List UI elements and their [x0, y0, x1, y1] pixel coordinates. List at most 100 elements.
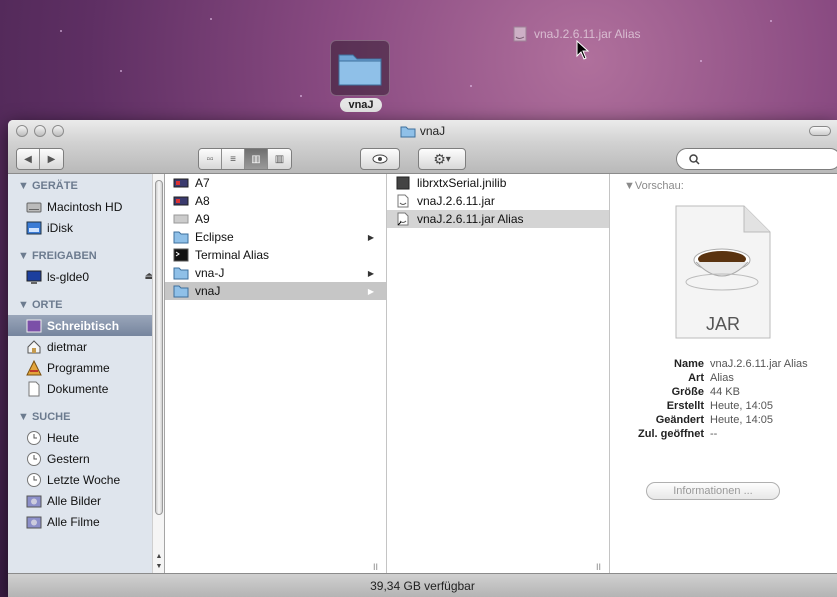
list-view-button[interactable]: ≡: [222, 149, 245, 169]
smart-folder-icon: [26, 495, 42, 507]
library-icon: [396, 176, 410, 190]
list-item-label: Terminal Alias: [195, 248, 270, 262]
sidebar-item-dokumente[interactable]: Dokumente: [8, 378, 164, 399]
clock-icon: [27, 430, 41, 445]
finder-window: vnaJ ◀ ▶ ▫▫ ≡ ▥ ▥ ⚙ ▾ ▼ GERÄTE Macintosh…: [8, 120, 837, 597]
status-bar: 39,34 GB verfügbar: [8, 573, 837, 597]
list-item-label: vnaJ: [195, 284, 221, 298]
sidebar-heading-places[interactable]: ▼ ORTE: [8, 295, 164, 315]
desktop-icon: [26, 319, 42, 332]
minimize-button[interactable]: [34, 125, 46, 137]
meta-key: Erstellt: [666, 400, 704, 412]
desktop-star: [770, 20, 772, 22]
dragged-alias-label: vnaJ.2.6.11.jar Alias: [534, 27, 641, 41]
search-field[interactable]: [676, 148, 837, 170]
free-space-label: 39,34 GB verfügbar: [370, 578, 475, 593]
preview-heading[interactable]: ▼Vorschau:: [610, 174, 837, 192]
sidebar-item-label: Programme: [47, 360, 110, 375]
zoom-button[interactable]: [52, 125, 64, 137]
meta-value: Heute, 14:05: [710, 414, 773, 426]
column-view-button[interactable]: ▥: [245, 149, 268, 169]
desktop-star: [470, 85, 472, 87]
sidebar-item-label: Alle Bilder: [47, 493, 102, 508]
sidebar-item-gestern[interactable]: Gestern: [8, 448, 164, 469]
sidebar-item-label: Alle Filme: [47, 514, 100, 529]
meta-key: Art: [688, 372, 704, 384]
list-item-label: Eclipse: [195, 230, 234, 244]
list-item-label: vnaJ.2.6.11.jar: [417, 194, 495, 208]
list-item-label: A7: [195, 176, 210, 190]
list-item[interactable]: vnaJ ▶: [165, 282, 386, 300]
sidebar-item-label: Macintosh HD: [47, 199, 123, 214]
folder-icon: [173, 267, 189, 280]
sidebar-item-heute[interactable]: Heute: [8, 427, 164, 448]
forward-button[interactable]: ▶: [40, 149, 63, 169]
sidebar-item-label: iDisk: [47, 220, 73, 235]
eye-icon: [372, 154, 388, 164]
sidebar-item-schreibtisch[interactable]: Schreibtisch: [8, 315, 164, 336]
list-item[interactable]: vna-J ▶: [165, 264, 386, 282]
sidebar: ▼ GERÄTE Macintosh HD iDisk ▼ FREIGABEN …: [8, 174, 165, 574]
window-title-label: vnaJ: [419, 124, 446, 138]
sidebar-heading-devices[interactable]: ▼ GERÄTE: [8, 176, 164, 196]
meta-key: Name: [674, 358, 704, 370]
sidebar-heading-search[interactable]: ▼ SUCHE: [8, 407, 164, 427]
monitor-alias-icon: [173, 178, 189, 188]
scroll-up-arrow-icon[interactable]: ▲: [153, 552, 164, 562]
sidebar-scrollbar[interactable]: ▲ ▼: [152, 174, 164, 574]
desktop-star: [210, 18, 212, 20]
desktop-star: [300, 95, 302, 97]
jar-document-icon: JAR: [675, 205, 771, 339]
desktop-folder-vnaj[interactable]: vnaJ: [330, 40, 392, 112]
list-item[interactable]: librxtxSerial.jnilib: [387, 174, 609, 192]
terminal-icon: [173, 248, 189, 262]
window-controls: [16, 125, 64, 137]
close-button[interactable]: [16, 125, 28, 137]
action-menu-button[interactable]: ⚙ ▾: [418, 148, 466, 170]
sidebar-item-idisk[interactable]: iDisk: [8, 217, 164, 238]
preview-column: ▼Vorschau: JAR Name vnaJ.2.6.11.jar Alias…: [610, 174, 837, 574]
search-input[interactable]: [704, 153, 834, 165]
sidebar-item-label: Heute: [47, 430, 80, 445]
sidebar-heading-shared[interactable]: ▼ FREIGABEN: [8, 246, 164, 266]
list-item[interactable]: vnaJ.2.6.11.jar: [387, 192, 609, 210]
list-item[interactable]: Eclipse ▶: [165, 228, 386, 246]
sidebar-item-ls-glde0[interactable]: ls-glde0 ⏏: [8, 266, 164, 287]
list-item-label: vnaJ.2.6.11.jar Alias: [417, 212, 524, 226]
monitor-alias-icon: [173, 196, 189, 206]
sidebar-item-alle-filme[interactable]: Alle Filme: [8, 511, 164, 532]
sidebar-item-label: Gestern: [47, 451, 90, 466]
folder-icon: [400, 126, 416, 137]
sidebar-item-label: Letzte Woche: [47, 472, 121, 487]
nav-buttons: ◀ ▶: [16, 148, 64, 170]
list-item[interactable]: A7: [165, 174, 386, 192]
titlebar[interactable]: vnaJ: [8, 120, 837, 142]
quicklook-button[interactable]: [360, 148, 400, 170]
informationen-button[interactable]: Informationen ...: [646, 482, 780, 500]
icon-view-button[interactable]: ▫▫: [199, 149, 222, 169]
jar-alias-icon: [397, 212, 409, 226]
toolbar-toggle-button[interactable]: [809, 126, 831, 136]
coverflow-view-button[interactable]: ▥: [268, 149, 291, 169]
sidebar-item-programme[interactable]: Programme: [8, 357, 164, 378]
list-item[interactable]: vnaJ.2.6.11.jar Alias: [387, 210, 609, 228]
sidebar-item-dietmar[interactable]: dietmar: [8, 336, 164, 357]
folder-icon: [173, 285, 189, 298]
column-resize-handle[interactable]: II: [596, 562, 601, 572]
hard-drive-icon: [26, 202, 42, 212]
sidebar-item-alle-bilder[interactable]: Alle Bilder: [8, 490, 164, 511]
meta-value: Alias: [710, 372, 734, 384]
desktop-star: [120, 70, 122, 72]
back-button[interactable]: ◀: [17, 149, 40, 169]
list-item[interactable]: A9: [165, 210, 386, 228]
sidebar-item-letzte-woche[interactable]: Letzte Woche: [8, 469, 164, 490]
list-item-label: vna-J: [195, 266, 225, 280]
scroll-down-arrow-icon[interactable]: ▼: [153, 562, 164, 572]
clock-icon: [27, 451, 41, 466]
list-item[interactable]: Terminal Alias: [165, 246, 386, 264]
scrollbar-thumb[interactable]: [155, 180, 163, 515]
sidebar-item-macintosh-hd[interactable]: Macintosh HD: [8, 196, 164, 217]
column-resize-handle[interactable]: II: [373, 562, 378, 572]
idisk-icon: [26, 221, 42, 234]
list-item[interactable]: A8: [165, 192, 386, 210]
